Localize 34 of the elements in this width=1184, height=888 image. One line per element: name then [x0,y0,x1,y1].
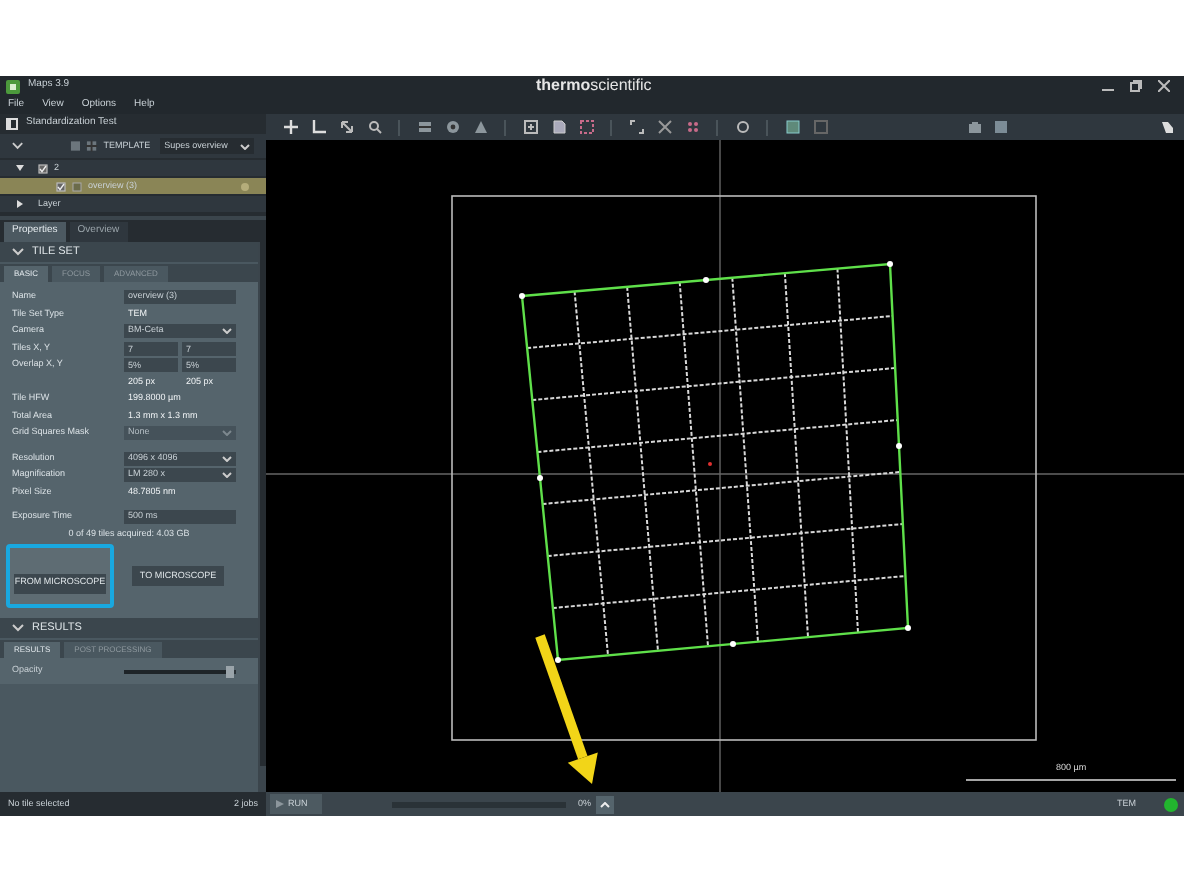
app-icon[interactable] [6,79,20,93]
checkbox[interactable] [38,163,48,173]
dots-icon[interactable] [685,120,699,134]
ruler-icon[interactable] [311,120,325,134]
slider-thumb[interactable] [226,665,235,678]
chevron-down-icon[interactable] [12,624,24,633]
grid-icon[interactable] [86,140,98,152]
corners-icon[interactable] [629,120,643,134]
chevron-down-icon[interactable] [12,248,24,256]
dropdown-caret-icon[interactable] [222,328,232,335]
copy-icon[interactable] [69,140,81,152]
expand-button[interactable] [595,795,614,813]
chevron-up-icon[interactable] [599,801,610,807]
dropdown-caret-icon[interactable] [239,143,250,149]
plus-icon[interactable] [283,120,297,134]
maximize-icon[interactable] [1130,80,1142,92]
camera-icon[interactable] [968,120,982,134]
document-icon[interactable] [551,120,565,134]
chevron-icon[interactable] [12,142,24,150]
checkbox[interactable] [56,181,66,191]
expanded-triangle-icon[interactable] [16,164,24,172]
panel-toggle-icon[interactable] [6,118,18,130]
center-marker [708,462,712,466]
tiles-icon[interactable] [417,120,431,134]
search-icon[interactable] [367,120,381,134]
square-icon[interactable] [994,120,1008,134]
scrollbar[interactable] [260,242,266,766]
brand-logo: thermoscientific [536,76,652,96]
dashed-frame-icon[interactable] [579,120,593,134]
collapsed-triangle-icon[interactable] [16,200,24,208]
resize-icon[interactable] [339,120,353,134]
tile-grid-drawing[interactable] [519,261,911,663]
close-icon[interactable] [1158,80,1170,92]
add-frame-icon[interactable] [523,120,537,134]
